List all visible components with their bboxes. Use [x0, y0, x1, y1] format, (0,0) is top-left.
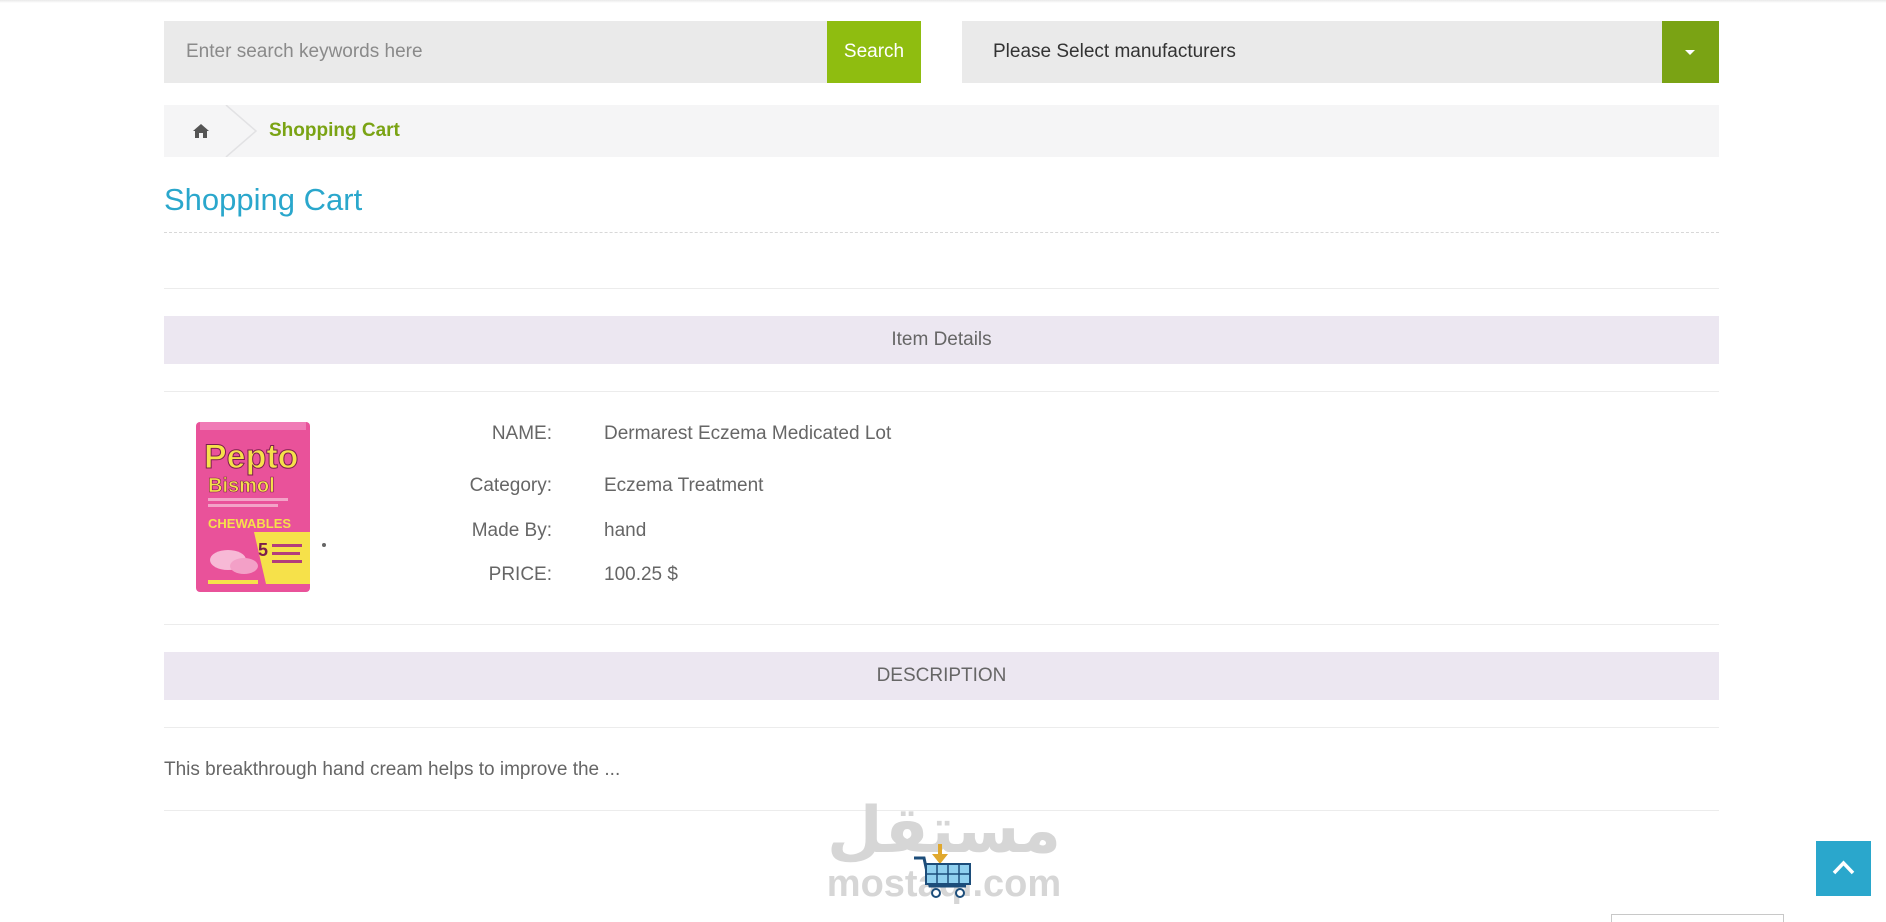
title-divider: [164, 232, 1719, 233]
divider: [164, 727, 1719, 728]
search-input[interactable]: [164, 21, 827, 83]
decorative-dot: [322, 543, 326, 547]
product-category-value: Eczema Treatment: [604, 475, 764, 496]
product-image[interactable]: Pepto Bismol CHEWABLES 5: [190, 420, 314, 594]
floating-widget-edge: [1611, 914, 1784, 922]
product-description: This breakthrough hand cream helps to im…: [164, 759, 621, 780]
svg-text:Pepto: Pepto: [204, 438, 298, 476]
search-button[interactable]: Search: [827, 21, 921, 83]
product-price-value: 100.25 $: [604, 564, 678, 585]
breadcrumb-separator: [225, 105, 258, 157]
product-name-label: NAME:: [491, 423, 552, 444]
product-maker-value: hand: [604, 520, 647, 541]
search-bar: Search: [164, 21, 921, 83]
divider: [164, 288, 1719, 289]
svg-text:CHEWABLES: CHEWABLES: [208, 516, 291, 531]
top-edge: [0, 0, 1886, 3]
product-category-label: Category:: [469, 475, 552, 496]
manufacturer-select-value: Please Select manufacturers: [993, 41, 1236, 62]
description-header: DESCRIPTION: [164, 652, 1719, 700]
product-name-value: Dermarest Eczema Medicated Lot: [604, 423, 892, 444]
page-title: Shopping Cart: [164, 182, 363, 217]
product-price-label: PRICE:: [488, 564, 552, 585]
home-icon[interactable]: [192, 122, 210, 140]
watermark-logo: مستقل mostaql.com: [827, 794, 1061, 904]
chevron-up-icon: [1832, 860, 1855, 875]
divider: [164, 391, 1719, 392]
scroll-to-top-button[interactable]: [1816, 841, 1871, 896]
svg-text:Bismol: Bismol: [208, 475, 275, 497]
breadcrumb: Shopping Cart: [164, 105, 1719, 157]
item-details-header: Item Details: [164, 316, 1719, 364]
caret-down-icon: [1685, 50, 1695, 55]
divider: [164, 624, 1719, 625]
manufacturer-select[interactable]: Please Select manufacturers: [962, 21, 1719, 83]
product-maker-label: Made By:: [471, 520, 552, 541]
manufacturer-dropdown-toggle[interactable]: [1662, 21, 1719, 83]
svg-text:5: 5: [258, 540, 268, 560]
breadcrumb-current: Shopping Cart: [269, 120, 400, 141]
